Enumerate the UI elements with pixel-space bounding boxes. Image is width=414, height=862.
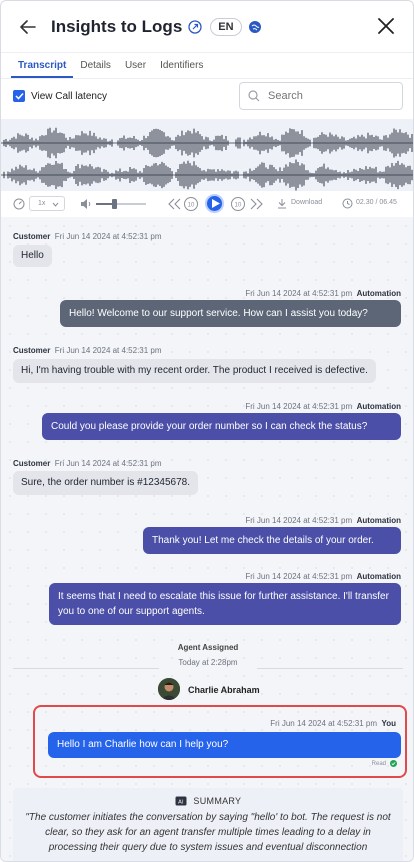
summary-icon: AI bbox=[175, 796, 187, 806]
play-icon bbox=[212, 199, 220, 208]
forward-10-icon[interactable]: 10 bbox=[230, 196, 246, 212]
skip-forward-icon[interactable] bbox=[249, 198, 263, 210]
sender-name: Customer bbox=[13, 459, 51, 468]
automation-message-bubble: Thank you! Let me check the details of y… bbox=[143, 527, 401, 554]
sender-name: You bbox=[381, 719, 396, 728]
message-meta: Customer Fri Jun 14 2024 at 4:52:31 pm bbox=[13, 346, 162, 355]
download-icon[interactable] bbox=[277, 198, 287, 209]
skip-back-icon[interactable] bbox=[168, 198, 182, 210]
customer-message-bubble: Hello bbox=[13, 245, 52, 267]
audio-waveform[interactable] bbox=[1, 119, 413, 191]
tab-details[interactable]: Details bbox=[73, 54, 118, 78]
clock-icon bbox=[342, 198, 353, 209]
volume-slider-handle[interactable] bbox=[111, 199, 117, 209]
message-meta: Fri Jun 14 2024 at 4:52:31 pm Automation bbox=[245, 572, 401, 581]
speed-value: 1x bbox=[38, 200, 46, 207]
message-time: Fri Jun 14 2024 at 4:52:31 pm bbox=[54, 346, 162, 355]
read-receipt: Read bbox=[372, 760, 397, 767]
sender-name: Customer bbox=[13, 232, 51, 241]
search-icon bbox=[248, 90, 260, 102]
globe-icon bbox=[248, 20, 262, 34]
speed-select[interactable]: 1x bbox=[29, 196, 65, 211]
speedometer-icon[interactable] bbox=[13, 198, 25, 210]
message-time: Fri Jun 14 2024 at 4:52:31 pm bbox=[245, 572, 353, 581]
automation-message-bubble: Could you please provide your order numb… bbox=[42, 413, 401, 440]
message-meta: Customer Fri Jun 14 2024 at 4:52:31 pm bbox=[13, 232, 162, 241]
volume-slider-fill bbox=[96, 203, 114, 205]
message-meta: Fri Jun 14 2024 at 4:52:31 pm Automation bbox=[245, 289, 401, 298]
read-status: Read bbox=[371, 760, 386, 767]
message-meta: Customer Fri Jun 14 2024 at 4:52:31 pm bbox=[13, 459, 162, 468]
sender-name: Customer bbox=[13, 346, 51, 355]
automation-message-bubble: It seems that I need to escalate this is… bbox=[49, 583, 401, 625]
page-title: Insights to Logs bbox=[51, 16, 183, 36]
tab-bar: Transcript Details User Identifiers bbox=[11, 54, 210, 78]
message-time: Fri Jun 14 2024 at 4:52:31 pm bbox=[54, 232, 162, 241]
language-badge: EN bbox=[210, 17, 242, 36]
header: Insights to Logs EN bbox=[1, 1, 413, 53]
separator-left bbox=[13, 668, 159, 669]
customer-message-bubble: Hi, I'm having trouble with my recent or… bbox=[13, 359, 376, 383]
message-time: Fri Jun 14 2024 at 4:52:31 pm bbox=[245, 402, 353, 411]
summary-text: "The customer initiates the conversation… bbox=[25, 812, 391, 853]
volume-slider[interactable] bbox=[96, 199, 146, 209]
call-latency-toggle[interactable]: View Call latency bbox=[13, 90, 107, 102]
search-input[interactable] bbox=[268, 90, 388, 102]
call-latency-label: View Call latency bbox=[31, 90, 107, 102]
rewind-10-icon[interactable]: 10 bbox=[183, 196, 199, 212]
separator-right bbox=[257, 668, 403, 669]
sender-name: Automation bbox=[356, 402, 401, 411]
app-frame: Insights to Logs EN Transcript Details U… bbox=[0, 0, 414, 862]
checkbox-checked-icon[interactable] bbox=[13, 90, 25, 102]
agent-name: Charlie Abraham bbox=[188, 685, 260, 695]
agent-assigned-label: Agent Assigned bbox=[177, 643, 239, 652]
summary-heading: AI SUMMARY bbox=[13, 796, 403, 806]
svg-text:10: 10 bbox=[188, 203, 195, 209]
search-box[interactable] bbox=[239, 82, 403, 110]
check-circle-icon bbox=[390, 760, 397, 767]
svg-text:AI: AI bbox=[178, 799, 184, 805]
agent-avatar bbox=[158, 678, 180, 700]
message-time: Fri Jun 14 2024 at 4:52:31 pm bbox=[245, 289, 353, 298]
play-button[interactable] bbox=[205, 194, 224, 213]
tab-identifiers[interactable]: Identifiers bbox=[153, 54, 210, 78]
message-meta: Fri Jun 14 2024 at 4:52:31 pm You bbox=[270, 719, 396, 728]
svg-text:10: 10 bbox=[235, 203, 242, 209]
volume-icon[interactable] bbox=[80, 198, 92, 210]
external-link-icon[interactable] bbox=[188, 19, 202, 34]
sender-name: Automation bbox=[356, 289, 401, 298]
automation-message-bubble: Hello! Welcome to our support service. H… bbox=[60, 300, 401, 327]
back-arrow-icon[interactable] bbox=[17, 16, 39, 38]
tab-divider bbox=[1, 78, 413, 79]
message-meta: Fri Jun 14 2024 at 4:52:31 pm Automation bbox=[245, 402, 401, 411]
summary-card: AI SUMMARY "The customer initiates the c… bbox=[13, 788, 403, 861]
summary-title: SUMMARY bbox=[193, 796, 242, 806]
download-label[interactable]: Download bbox=[291, 199, 322, 206]
tab-transcript[interactable]: Transcript bbox=[11, 54, 74, 78]
audio-controls: 1x 10 10 Download 02.30 / 06.45 bbox=[1, 193, 413, 215]
playback-time: 02.30 / 06.45 bbox=[356, 199, 397, 206]
message-time: Fri Jun 14 2024 at 4:52:31 pm bbox=[245, 516, 353, 525]
sender-name: Automation bbox=[356, 516, 401, 525]
message-meta: Fri Jun 14 2024 at 4:52:31 pm Automation bbox=[245, 516, 401, 525]
agent-assigned-time: Today at 2:28pm bbox=[178, 658, 238, 667]
close-icon[interactable] bbox=[375, 15, 397, 37]
tab-user[interactable]: User bbox=[118, 54, 153, 78]
chevron-down-icon bbox=[52, 202, 59, 207]
sender-name: Automation bbox=[356, 572, 401, 581]
message-time: Fri Jun 14 2024 at 4:52:31 pm bbox=[54, 459, 162, 468]
agent-message-bubble: Hello I am Charlie how can I help you? bbox=[48, 732, 401, 758]
message-time: Fri Jun 14 2024 at 4:52:31 pm bbox=[270, 719, 378, 728]
customer-message-bubble: Sure, the order number is #12345678. bbox=[13, 471, 198, 495]
